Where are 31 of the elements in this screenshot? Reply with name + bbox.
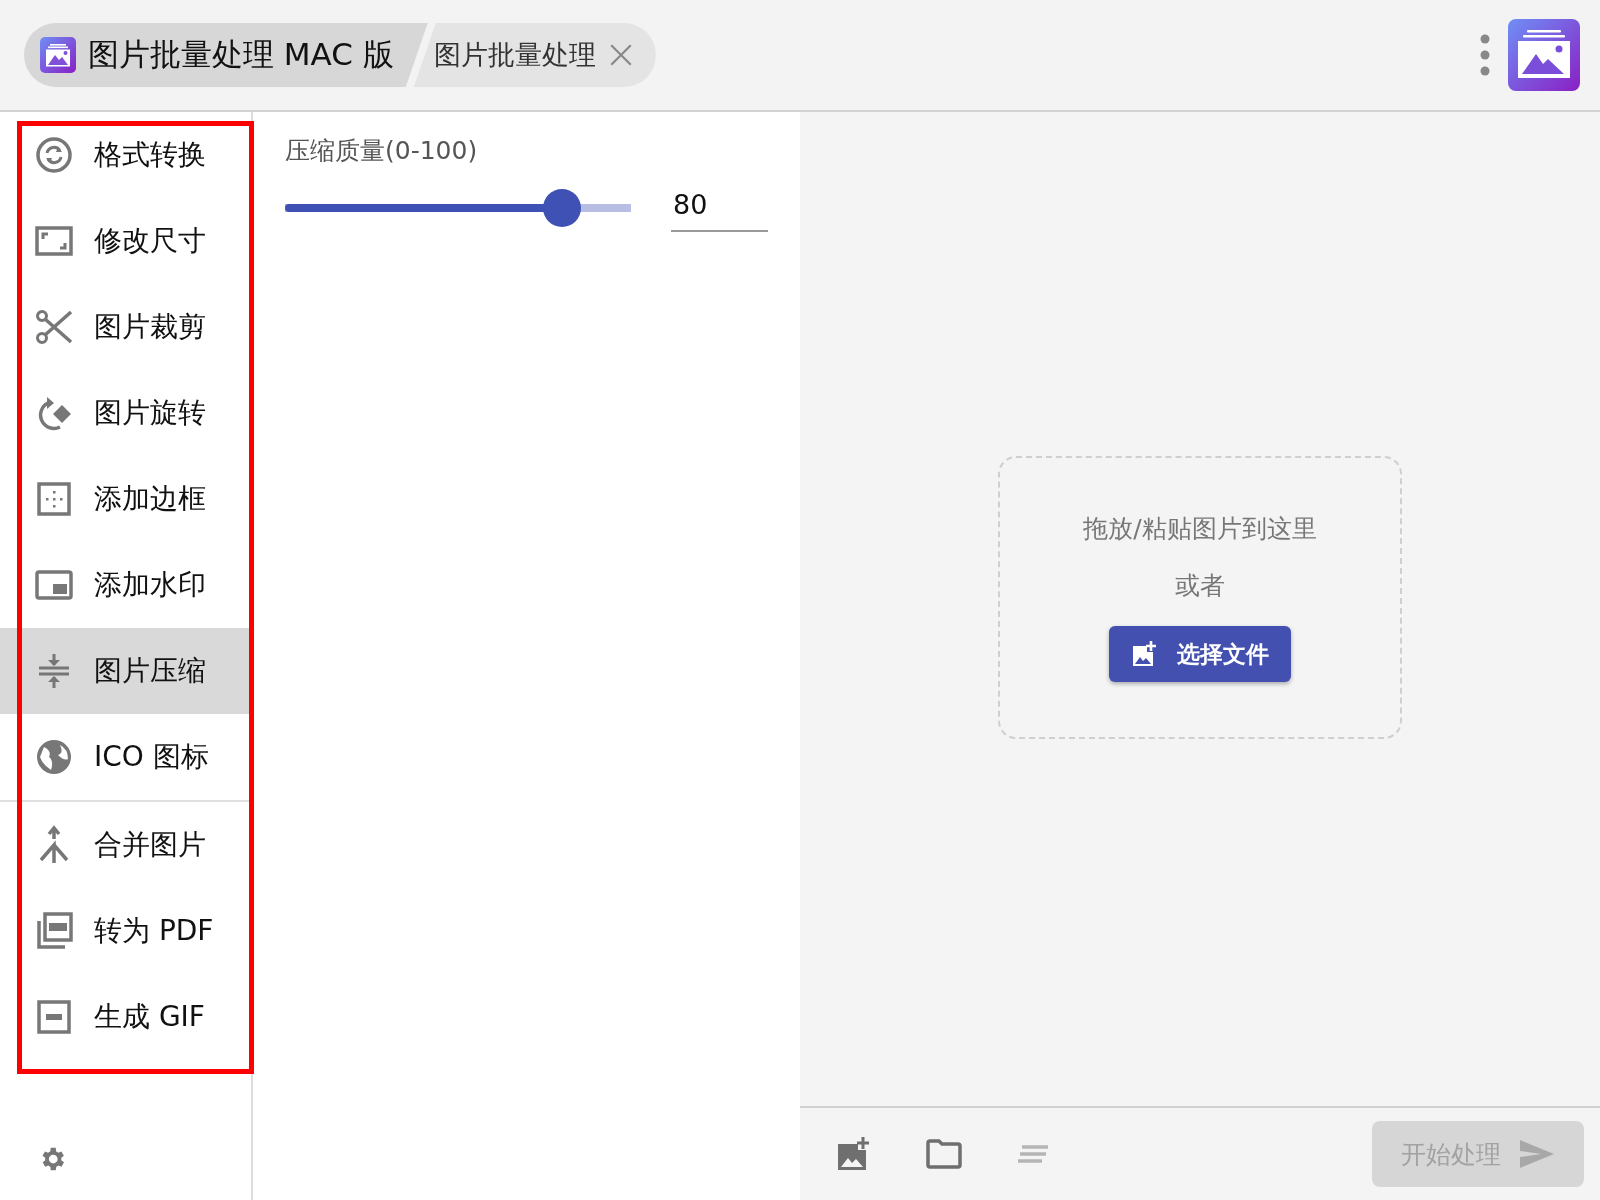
- add-image-icon[interactable]: [836, 1136, 872, 1172]
- sidebar-item[interactable]: 修改尺寸: [0, 198, 251, 284]
- sidebar-item[interactable]: 图片旋转: [0, 370, 251, 456]
- sidebar-item[interactable]: 格式转换: [0, 112, 251, 198]
- sidebar-item[interactable]: 合并图片: [0, 802, 251, 888]
- quality-label: 压缩质量(0-100): [285, 135, 479, 167]
- send-icon: [1519, 1139, 1555, 1169]
- scissors-icon: [34, 307, 74, 347]
- sidebar-item[interactable]: 添加水印: [0, 542, 251, 628]
- folder-icon[interactable]: [926, 1139, 962, 1169]
- or-text: 或者: [1175, 570, 1225, 602]
- drop-zone[interactable]: 拖放/粘贴图片到这里 或者 选择文件: [998, 455, 1402, 739]
- sidebar-item[interactable]: 生成 GIF: [0, 974, 251, 1060]
- sidebar-item[interactable]: 图片压缩: [0, 628, 251, 714]
- more-icon[interactable]: [1480, 34, 1490, 76]
- globe-icon: [34, 737, 74, 777]
- drop-hint: 拖放/粘贴图片到这里: [1083, 513, 1317, 545]
- sidebar-item[interactable]: 添加边框: [0, 456, 251, 542]
- convert-icon: [34, 135, 74, 175]
- tab[interactable]: 图片批量处理: [413, 23, 656, 87]
- tab[interactable]: 图片批量处理 MAC 版: [24, 23, 428, 87]
- app-logo-icon: [1508, 19, 1580, 91]
- sidebar-item[interactable]: 图片裁剪: [0, 284, 251, 370]
- choose-file-button[interactable]: 选择文件: [1109, 626, 1291, 682]
- slider-thumb[interactable]: [542, 188, 581, 227]
- sidebar-item[interactable]: 转为 PDF: [0, 888, 251, 974]
- app-logo-icon: [40, 37, 76, 73]
- border-icon: [34, 479, 74, 519]
- sidebar-item[interactable]: ICO 图标: [0, 714, 251, 800]
- quality-field[interactable]: 80: [671, 183, 768, 232]
- add-image-icon: [1131, 640, 1159, 668]
